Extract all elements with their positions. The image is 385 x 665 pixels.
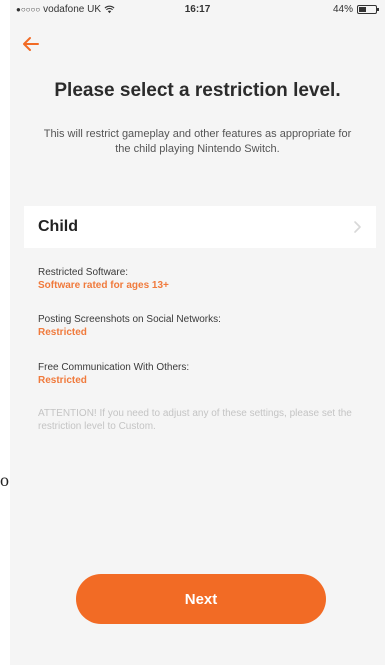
back-arrow-icon xyxy=(23,37,39,51)
next-button[interactable]: Next xyxy=(76,574,326,624)
setting-label: Posting Screenshots on Social Networks: xyxy=(38,314,221,325)
battery-percent: 44% xyxy=(332,4,353,15)
setting-value: Restricted xyxy=(38,327,87,338)
phone-screen: ●○○○○ vodafone UK 16:17 44% Please selec… xyxy=(10,0,385,665)
page-subtitle: This will restrict gameplay and other fe… xyxy=(43,128,352,155)
status-bar: ●○○○○ vodafone UK 16:17 44% xyxy=(10,0,385,20)
restriction-level-selector[interactable]: Child xyxy=(24,206,376,248)
setting-free-communication: Free Communication With Others: Restrict… xyxy=(38,361,368,387)
setting-value: Software rated for ages 13+ xyxy=(38,280,169,291)
page-title: Please select a restriction level. xyxy=(54,80,341,101)
restriction-level-label: Child xyxy=(38,218,78,235)
battery-icon xyxy=(357,5,379,14)
setting-label: Free Communication With Others: xyxy=(38,362,190,373)
chevron-right-icon xyxy=(354,221,361,233)
battery-nub xyxy=(377,8,379,11)
attention-note: ATTENTION! If you need to adjust any of … xyxy=(38,408,352,432)
setting-posting-screenshots: Posting Screenshots on Social Networks: … xyxy=(38,313,368,339)
back-button[interactable] xyxy=(18,30,46,58)
setting-label: Restricted Software: xyxy=(38,267,129,278)
setting-restricted-software: Restricted Software: Software rated for … xyxy=(38,266,368,292)
setting-value: Restricted xyxy=(38,375,87,386)
battery-fill xyxy=(359,7,366,12)
status-time: 16:17 xyxy=(184,4,211,15)
status-right: 44% xyxy=(332,4,379,15)
stray-letter: o xyxy=(0,470,9,490)
